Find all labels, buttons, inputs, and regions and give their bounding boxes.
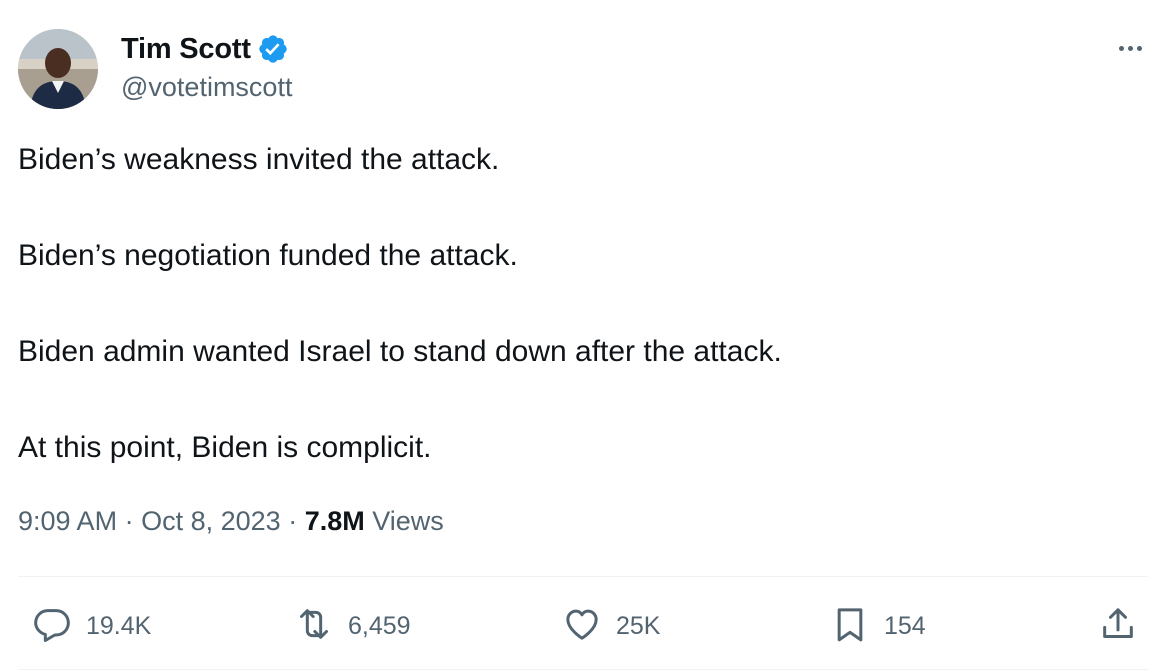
bookmark-count: 154 [884,611,926,640]
tweet-paragraph: Biden admin wanted Israel to stand down … [18,335,782,368]
tweet-paragraph: At this point, Biden is complicit. [18,431,432,464]
more-icon[interactable] [1112,33,1148,63]
divider [18,669,1148,670]
bookmark-button[interactable]: 154 [830,600,926,652]
reply-button[interactable]: 19.4K [32,600,151,652]
tweet-text: Biden’s weakness invited the attack. Bid… [18,140,1138,468]
share-icon [1098,604,1138,649]
tweet-date[interactable]: Oct 8, 2023 [141,506,281,536]
author-name[interactable]: Tim Scott [121,33,251,66]
views-count: 7.8M [304,506,365,536]
meta-separator: · [288,506,298,536]
avatar[interactable] [18,29,98,109]
verified-badge-icon [257,33,289,65]
meta-separator: · [124,506,134,536]
heart-icon [562,604,602,649]
more-dot [1118,45,1124,51]
bookmark-icon [830,604,870,649]
like-button[interactable]: 25K [562,600,660,652]
reply-icon [32,604,72,649]
more-dot [1136,45,1142,51]
tweet-time[interactable]: 9:09 AM [18,506,117,536]
author-handle[interactable]: @votetimscott [121,72,292,103]
divider [18,576,1148,577]
reply-count: 19.4K [86,611,152,640]
views-label: Views [372,506,444,536]
retweet-button[interactable]: 6,459 [294,600,411,652]
more-dot [1127,45,1133,51]
retweet-count: 6,459 [348,611,411,640]
tweet-paragraph: Biden’s weakness invited the attack. [18,143,500,176]
tweet-header: Tim Scott @votetimscott [18,27,1148,109]
tweet-meta: 9:09 AM · Oct 8, 2023 · 7.8M Views [18,506,444,537]
action-bar: 19.4K 6,459 25K 154 [18,600,1148,652]
tweet-paragraph: Biden’s negotiation funded the attack. [18,239,518,272]
like-count: 25K [616,611,661,640]
retweet-icon [294,604,334,649]
share-button[interactable] [1098,600,1138,652]
author-name-row: Tim Scott [121,31,289,67]
